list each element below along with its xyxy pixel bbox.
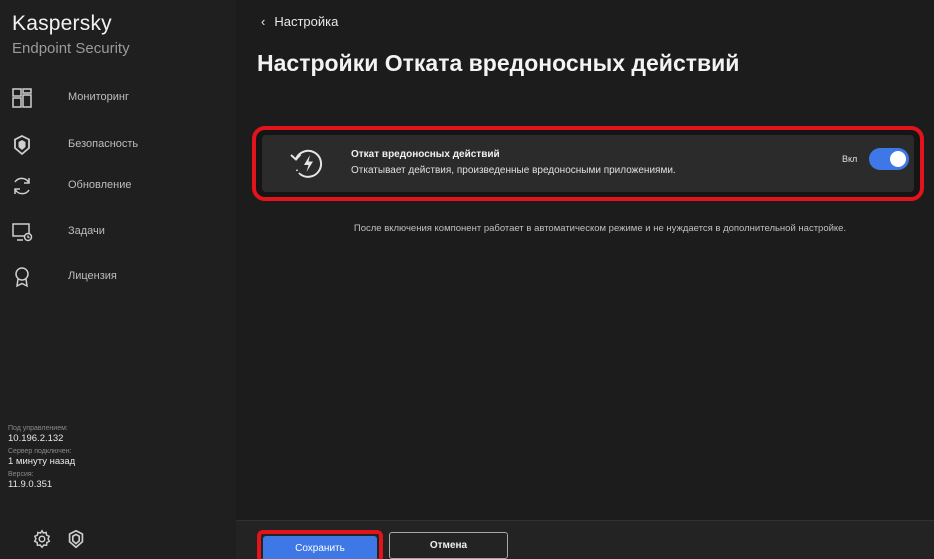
brand-title: Kaspersky: [12, 12, 112, 35]
sidebar-item-label: Безопасность: [68, 138, 139, 150]
tasks-icon: [10, 220, 34, 244]
chevron-left-icon: ‹: [261, 14, 266, 29]
rollback-toggle[interactable]: [869, 148, 909, 170]
version-value: 11.9.0.351: [8, 479, 53, 490]
managed-value: 10.196.2.132: [8, 433, 64, 444]
sidebar-item-label: Задачи: [68, 225, 105, 237]
component-description: Откатывает действия, произведенные вредо…: [351, 165, 676, 176]
rollback-component-card: Откат вредоносных действий Откатывает де…: [252, 126, 924, 201]
sidebar-item-label: Лицензия: [68, 270, 117, 282]
dashboard-icon: [10, 86, 34, 110]
managed-caption: Под управлением:: [8, 425, 68, 432]
server-value: 1 минуту назад: [8, 456, 76, 467]
sidebar-item-license[interactable]: Лицензия: [0, 260, 236, 294]
toggle-knob: [890, 151, 906, 167]
sidebar-item-update[interactable]: Обновление: [0, 169, 236, 203]
version-caption: Версия:: [8, 471, 34, 478]
refresh-icon: [10, 174, 34, 198]
managed-by-info: Под управлением: 10.196.2.132 Сервер под…: [8, 424, 75, 491]
sidebar-item-security[interactable]: Безопасность: [0, 128, 236, 162]
rollback-icon: [288, 143, 328, 183]
sidebar-item-tasks[interactable]: Задачи: [0, 215, 236, 249]
info-note: После включения компонент работает в авт…: [353, 223, 847, 234]
sidebar-item-monitoring[interactable]: Мониторинг: [0, 81, 236, 115]
license-icon: [10, 265, 34, 289]
footer-bar: Сохранить Отмена: [236, 520, 934, 559]
sidebar: Kaspersky Endpoint Security Мониторинг Б…: [0, 0, 236, 559]
component-title: Откат вредоносных действий: [351, 149, 500, 160]
shield-icon: [10, 133, 34, 157]
back-link[interactable]: ‹ Настройка: [261, 14, 338, 29]
save-button[interactable]: Сохранить: [263, 536, 377, 559]
toggle-state-label: Вкл: [842, 154, 858, 164]
cancel-button[interactable]: Отмена: [389, 532, 508, 559]
sidebar-item-label: Мониторинг: [68, 91, 130, 103]
settings-icon[interactable]: [31, 528, 53, 550]
product-name: Endpoint Security: [12, 40, 130, 57]
save-button-highlight: Сохранить: [257, 530, 383, 559]
server-caption: Сервер подключен:: [8, 448, 72, 455]
sidebar-item-label: Обновление: [68, 179, 132, 191]
component-row[interactable]: Откат вредоносных действий Откатывает де…: [262, 135, 914, 192]
app-window: Kaspersky Endpoint Security Мониторинг Б…: [0, 0, 934, 559]
back-link-label: Настройка: [274, 14, 339, 29]
shield-icon[interactable]: [65, 528, 87, 550]
page-title: Настройки Отката вредоносных действий: [257, 50, 740, 76]
